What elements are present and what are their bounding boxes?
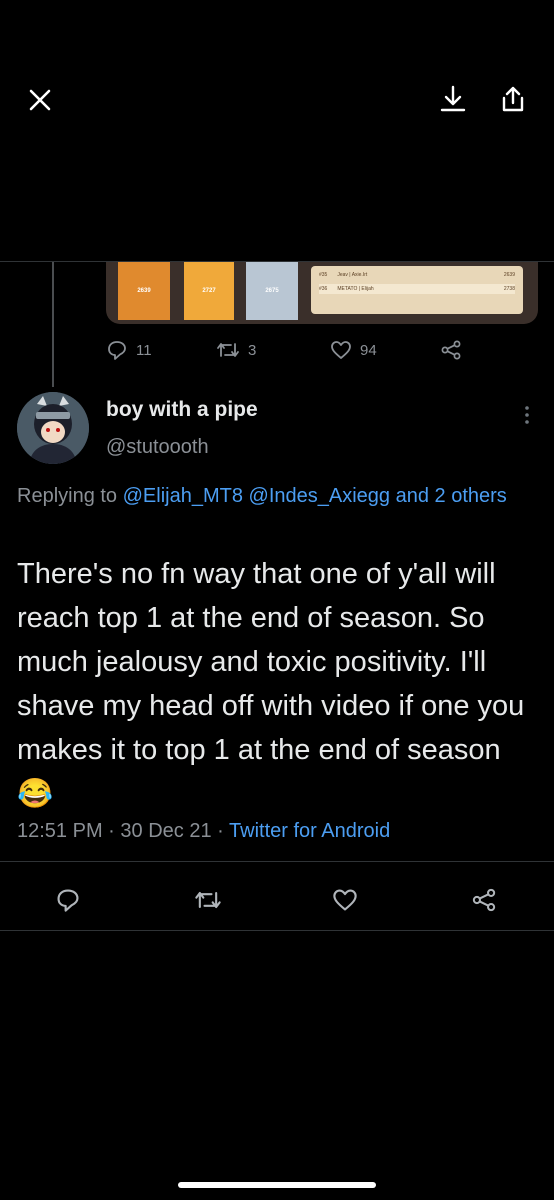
tweet-text: There's no fn way that one of y'all will… (17, 558, 525, 810)
more-vertical-icon (525, 406, 529, 424)
leaderboard-row: #35 Jeav | Axie.Irt 2639 (319, 272, 515, 278)
share-icon (441, 340, 461, 360)
media-tile: 2727 (184, 262, 234, 320)
tweet-time[interactable]: 12:51 PM (17, 820, 103, 842)
reply-icon (57, 889, 79, 912)
parent-retweet-count[interactable]: 3 (216, 339, 256, 361)
home-indicator[interactable] (178, 1182, 376, 1188)
replying-mentions[interactable]: @Elijah_MT8 @Indes_Axiegg and 2 others (123, 485, 507, 507)
like-button[interactable] (329, 884, 361, 916)
close-icon (29, 89, 51, 111)
thread-line (52, 262, 54, 387)
share-tweet-button[interactable] (468, 884, 500, 916)
display-name[interactable]: boy with a pipe (106, 398, 258, 422)
user-handle[interactable]: @stutoooth (106, 436, 209, 459)
separator: · (217, 820, 224, 842)
download-button[interactable] (434, 80, 472, 118)
media-tile: 2639 (118, 262, 170, 320)
heart-icon (333, 889, 357, 911)
like-count: 94 (360, 341, 377, 359)
leaderboard-row: #36 METATO | Elijah 2738 (319, 284, 515, 294)
share-button[interactable] (494, 80, 532, 118)
more-options-button[interactable] (516, 402, 538, 428)
parent-reply-count[interactable]: 11 (106, 339, 152, 361)
quoted-media[interactable]: 2639 2727 2675 #35 Jeav | Axie.Irt 2639 #… (106, 262, 538, 324)
leaderboard-card: #35 Jeav | Axie.Irt 2639 #36 METATO | Elij… (311, 266, 523, 314)
parent-like-count[interactable]: 94 (330, 339, 377, 361)
share-icon (502, 86, 524, 112)
media-tile: 2675 (246, 262, 298, 320)
tweet-date[interactable]: 30 Dec 21 (120, 820, 211, 842)
reply-button[interactable] (52, 884, 84, 916)
download-icon (440, 85, 466, 112)
retweet-icon (195, 891, 221, 909)
separator: · (108, 820, 115, 842)
avatar[interactable] (17, 392, 89, 464)
retweet-icon (217, 343, 239, 357)
meta-divider (0, 861, 554, 862)
reply-icon (108, 341, 126, 360)
share-icon (472, 888, 496, 912)
tweet-meta: 12:51 PM · 30 Dec 21 · Twitter for Andro… (17, 820, 390, 843)
parent-share-button[interactable] (440, 339, 462, 361)
actions-divider (0, 930, 554, 931)
heart-icon (331, 341, 351, 359)
replying-prefix: Replying to (17, 485, 123, 507)
replying-to: Replying to @Elijah_MT8 @Indes_Axiegg an… (17, 480, 537, 512)
close-button[interactable] (22, 82, 58, 118)
reply-count: 11 (136, 341, 152, 359)
tweet-source[interactable]: Twitter for Android (229, 820, 390, 842)
retweet-button[interactable] (191, 884, 225, 916)
avatar-image (17, 392, 89, 464)
retweet-count: 3 (248, 341, 257, 359)
